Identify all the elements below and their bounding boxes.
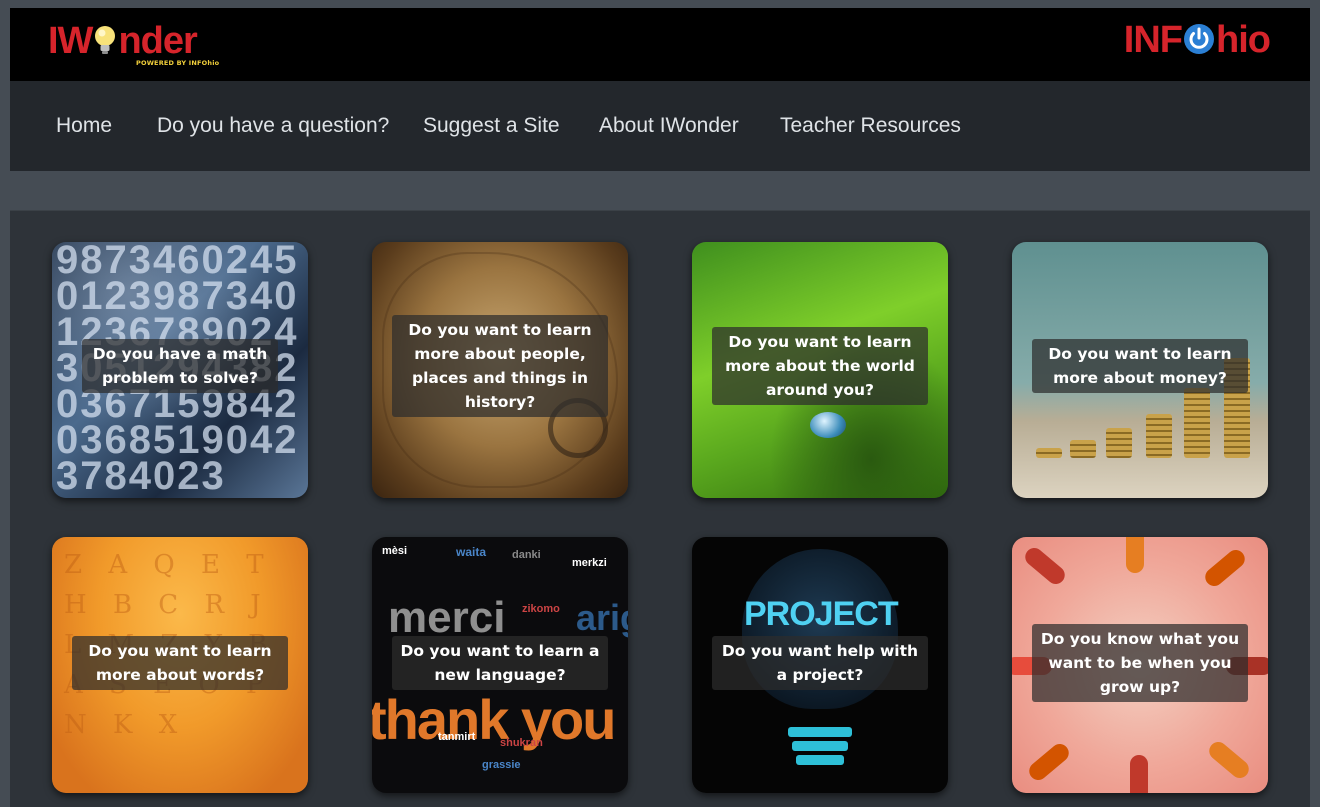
infohio-logo[interactable]: INF hio xyxy=(1123,19,1271,61)
hand-shape xyxy=(1205,738,1253,782)
tile-language[interactable]: waita danki merkzi merci arig thank you … xyxy=(372,537,628,793)
tile-caption: Do you want to learn more about people, … xyxy=(392,315,608,417)
tile-caption: Do you want to learn more about the worl… xyxy=(712,327,928,405)
hand-shape xyxy=(1021,544,1069,588)
nav-teacher-resources[interactable]: Teacher Resources xyxy=(780,114,961,138)
hand-shape xyxy=(1201,546,1249,590)
topic-grid: 9873460245012398734012367890243051294382… xyxy=(10,210,1310,807)
tile-caption: Do you have a math problem to solve? xyxy=(82,339,278,393)
nav-home[interactable]: Home xyxy=(56,114,112,138)
tile-project[interactable]: PROJECT Do you want help with a project? xyxy=(692,537,948,793)
tile-math[interactable]: 9873460245012398734012367890243051294382… xyxy=(52,242,308,498)
bulb-base xyxy=(788,727,852,737)
language-word: shukran xyxy=(500,737,543,749)
infohio-logo-text-1: INF xyxy=(1123,19,1183,61)
hand-shape xyxy=(1025,740,1073,784)
tile-caption: Do you want to learn more about money? xyxy=(1032,339,1248,393)
tile-world[interactable]: Do you want to learn more about the worl… xyxy=(692,242,948,498)
iwonder-logo[interactable]: IW nder POWERED BY INFOhio xyxy=(48,20,219,72)
language-word: zikomo xyxy=(522,603,560,615)
site-header: IW nder POWERED BY INFOhio INF hio xyxy=(10,8,1310,81)
language-word: waita xyxy=(456,545,487,559)
tile-money[interactable]: Do you want to learn more about money? xyxy=(1012,242,1268,498)
tile-caption: Do you want to learn more about words? xyxy=(72,636,288,690)
coin-stack xyxy=(1036,448,1062,458)
coin-stack xyxy=(1106,428,1132,458)
language-word: thank you xyxy=(372,688,616,751)
nav-suggest-site[interactable]: Suggest a Site xyxy=(423,114,560,138)
tile-caption: Do you know what you want to be when you… xyxy=(1032,624,1248,702)
tile-words[interactable]: Z A Q E T H B C R J L M Z Y B A S E O P … xyxy=(52,537,308,793)
tile-history[interactable]: Do you want to learn more about people, … xyxy=(372,242,628,498)
coin-stack xyxy=(1184,388,1210,458)
language-word: mèsi xyxy=(382,545,408,557)
hand-shape xyxy=(1126,537,1144,573)
nav-question[interactable]: Do you have a question? xyxy=(157,114,389,138)
water-drop xyxy=(810,412,846,438)
language-word: merkzi xyxy=(572,557,607,569)
language-word: grassie xyxy=(482,759,521,771)
nav-about[interactable]: About IWonder xyxy=(599,114,739,138)
coin-stack xyxy=(1070,440,1096,458)
bulb-base xyxy=(792,741,848,751)
coin-stack xyxy=(1146,414,1172,458)
iwonder-logo-text: IW nder xyxy=(48,20,198,62)
language-word: danki xyxy=(512,549,541,561)
project-word-art: PROJECT xyxy=(744,595,899,633)
hand-shape xyxy=(1130,755,1148,793)
lightbulb-icon xyxy=(95,26,116,54)
bulb-base xyxy=(796,755,844,765)
infohio-logo-text-2: hio xyxy=(1216,19,1271,61)
power-icon xyxy=(1184,24,1215,54)
tile-careers[interactable]: Do you know what you want to be when you… xyxy=(1012,537,1268,793)
tile-caption: Do you want to learn a new language? xyxy=(392,636,608,690)
powered-by-text: POWERED BY INFOhio xyxy=(136,59,220,67)
main-navigation: Home Do you have a question? Suggest a S… xyxy=(10,81,1310,171)
tile-caption: Do you want help with a project? xyxy=(712,636,928,690)
language-word: arig xyxy=(576,597,628,638)
language-word: tanmirt xyxy=(438,731,476,743)
